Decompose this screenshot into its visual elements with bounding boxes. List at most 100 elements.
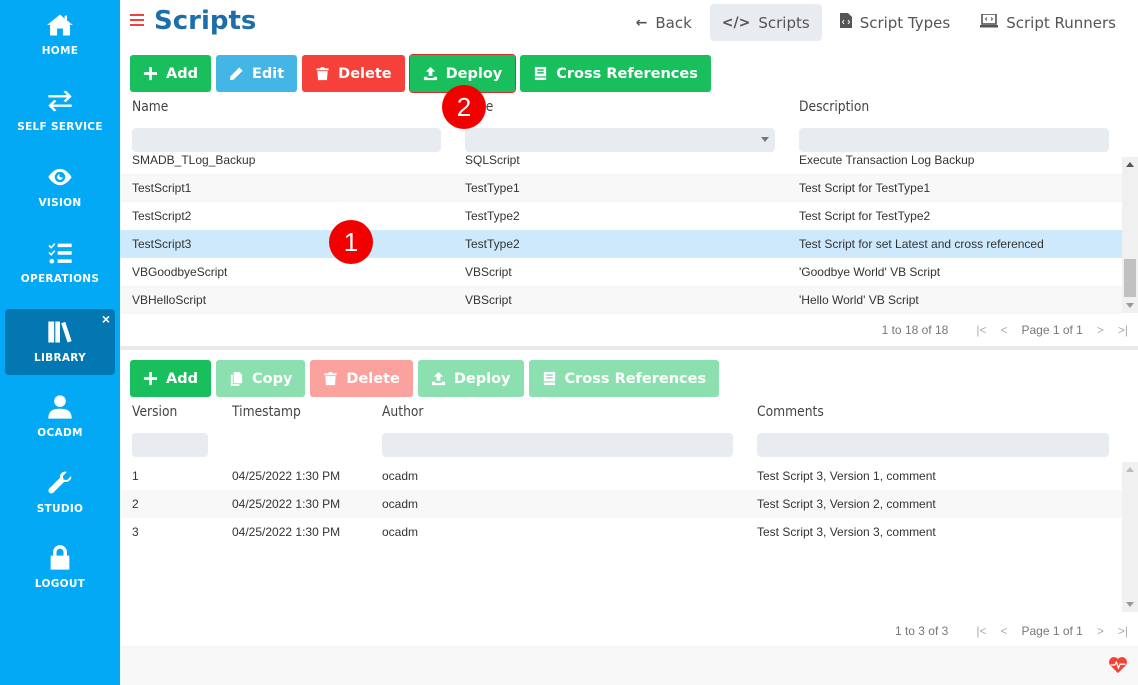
button-label: Edit (251, 65, 285, 82)
table-row[interactable]: 3 04/25/2022 1:30 PM ocadm Test Script 3… (120, 518, 1122, 546)
cell-version: 3 (132, 525, 139, 539)
cell-timestamp: 04/25/2022 1:30 PM (232, 525, 341, 539)
name-filter-input[interactable] (132, 128, 441, 152)
pencil-icon (229, 67, 243, 81)
cell-description: Test Script for TestType2 (799, 209, 931, 223)
table-row[interactable]: SMADB_TLog_Backup SQLScript Execute Tran… (120, 153, 1122, 174)
last-page-button[interactable]: >| (1118, 323, 1128, 337)
sidebar-item-logout[interactable]: LOGOUT (5, 535, 115, 601)
cell-name: TestScript2 (132, 209, 192, 223)
cell-comments: Test Script 3, Version 1, comment (757, 469, 936, 483)
deploy-version-button[interactable]: Deploy (417, 360, 524, 397)
add-script-button[interactable]: Add (130, 55, 211, 92)
scroll-down-icon[interactable] (1126, 602, 1134, 607)
cell-description: 'Hello World' VB Script (799, 293, 919, 307)
comments-filter-input[interactable] (757, 433, 1109, 457)
column-header-author[interactable]: Author (382, 404, 423, 420)
code-icon: </> (721, 14, 751, 31)
back-label: Back (655, 13, 692, 32)
upload-icon (431, 371, 445, 386)
sidebar-item-label: STUDIO (36, 503, 84, 515)
description-filter-input[interactable] (799, 128, 1109, 152)
first-page-button[interactable]: |< (976, 624, 986, 638)
cell-name: VBHelloScript (132, 293, 207, 307)
sidebar-item-label: OCADM (37, 427, 83, 439)
cell-name: TestScript3 (132, 237, 192, 251)
table-row-selected[interactable]: TestScript3 TestType2 Test Script for se… (120, 230, 1122, 258)
column-header-description[interactable]: Description (799, 99, 869, 115)
prev-page-button[interactable]: < (1000, 323, 1007, 337)
sidebar-item-label: OPERATIONS (20, 273, 100, 285)
button-label: Deploy (445, 65, 503, 82)
book-icon (543, 371, 555, 386)
table-row[interactable]: 2 04/25/2022 1:30 PM ocadm Test Script 3… (120, 490, 1122, 518)
cross-references-button[interactable]: Cross References (520, 55, 711, 92)
add-version-button[interactable]: Add (130, 360, 211, 397)
top-nav: ← Back </> Scripts Script Types Script R… (624, 4, 1128, 41)
sidebar-item-home[interactable]: HOME (5, 2, 115, 68)
tab-label: Scripts (758, 13, 810, 32)
trash-icon (316, 66, 329, 81)
column-header-timestamp[interactable]: Timestamp (232, 404, 301, 420)
cell-timestamp: 04/25/2022 1:30 PM (232, 469, 341, 483)
sidebar-item-studio[interactable]: STUDIO (5, 460, 115, 526)
sidebar-item-ocadm[interactable]: OCADM (5, 384, 115, 450)
button-label: Cross References (564, 370, 707, 387)
sidebar: HOME SELF SERVICE VISION OPERATIONS × LI… (0, 0, 120, 685)
button-label: Copy (251, 370, 293, 387)
laptop-code-icon (980, 12, 999, 32)
sidebar-item-library[interactable]: × LIBRARY (5, 309, 115, 375)
hamburger-menu-icon[interactable] (130, 14, 144, 26)
type-filter-select[interactable] (465, 128, 775, 152)
edit-script-button[interactable]: Edit (215, 55, 298, 92)
file-code-icon (839, 13, 852, 32)
cell-version: 1 (132, 469, 139, 483)
table-row[interactable]: VBHelloScript VBScript 'Hello World' VB … (120, 286, 1122, 314)
plus-icon (143, 66, 158, 81)
delete-script-button[interactable]: Delete (302, 55, 405, 92)
scripts-scrollbar[interactable] (1122, 157, 1138, 313)
sidebar-item-operations[interactable]: OPERATIONS (5, 230, 115, 296)
cell-comments: Test Script 3, Version 2, comment (757, 497, 936, 511)
sidebar-item-vision[interactable]: VISION (5, 154, 115, 220)
column-header-name[interactable]: Name (132, 99, 168, 115)
first-page-button[interactable]: |< (976, 323, 986, 337)
versions-pager: 1 to 3 of 3 |< < Page 1 of 1 > >| (838, 615, 1138, 647)
table-row[interactable]: 1 04/25/2022 1:30 PM ocadm Test Script 3… (120, 462, 1122, 490)
scroll-up-icon[interactable] (1126, 162, 1134, 167)
tab-script-runners[interactable]: Script Runners (968, 4, 1128, 41)
scroll-up-icon[interactable] (1126, 467, 1134, 472)
versions-scrollbar[interactable] (1122, 462, 1138, 612)
heartbeat-icon[interactable] (1108, 656, 1128, 674)
prev-page-button[interactable]: < (1000, 624, 1007, 638)
page-title: Scripts (154, 6, 257, 36)
back-button[interactable]: ← Back (624, 4, 704, 41)
tab-script-types[interactable]: Script Types (828, 4, 963, 41)
scroll-thumb[interactable] (1124, 259, 1136, 297)
tab-scripts[interactable]: </> Scripts (709, 4, 822, 41)
version-filter-input[interactable] (132, 433, 208, 457)
trash-icon (324, 371, 338, 386)
copy-version-button[interactable]: Copy (215, 360, 306, 397)
next-page-button[interactable]: > (1097, 624, 1104, 638)
delete-version-button[interactable]: Delete (310, 360, 413, 397)
scroll-down-icon[interactable] (1126, 303, 1134, 308)
version-cross-references-button[interactable]: Cross References (528, 360, 720, 397)
author-filter-input[interactable] (382, 433, 733, 457)
table-row[interactable]: TestScript2 TestType2 Test Script for Te… (120, 202, 1122, 230)
step-badge-2: 2 (442, 85, 486, 129)
table-row[interactable]: VBGoodbyeScript VBScript 'Goodbye World'… (120, 258, 1122, 286)
last-page-button[interactable]: >| (1118, 624, 1128, 638)
cell-type: VBScript (465, 293, 512, 307)
scripts-toolbar: Add Edit Delete Deploy Cross References (130, 54, 711, 93)
column-header-version[interactable]: Version (132, 404, 177, 420)
cell-type: VBScript (465, 265, 512, 279)
app: HOME SELF SERVICE VISION OPERATIONS × LI… (0, 0, 1138, 685)
splitter[interactable] (120, 346, 1138, 350)
column-header-comments[interactable]: Comments (757, 404, 824, 420)
tab-label: Script Types (859, 13, 951, 32)
sidebar-item-self-service[interactable]: SELF SERVICE (5, 78, 115, 144)
next-page-button[interactable]: > (1097, 323, 1104, 337)
table-row[interactable]: TestScript1 TestType1 Test Script for Te… (120, 174, 1122, 202)
close-icon[interactable]: × (102, 311, 110, 327)
